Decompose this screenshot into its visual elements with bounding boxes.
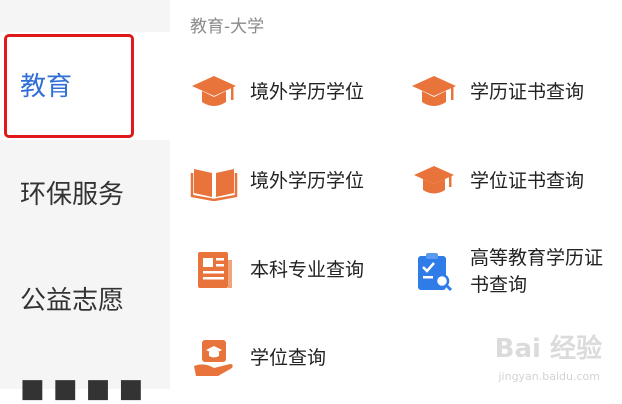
service-item-diploma-query[interactable]: 学历证书查询 [410, 72, 584, 112]
graduation-cap-icon [410, 161, 458, 201]
service-label: 本科专业查询 [250, 258, 365, 281]
service-item-degree-query[interactable]: 学位查询 [190, 338, 326, 378]
service-item-overseas-degree-2[interactable]: 境外学历学位 [190, 161, 364, 201]
service-label: 学历证书查询 [470, 80, 585, 103]
sidebar-item-charity[interactable]: 公益志愿 [20, 280, 124, 317]
graduation-cap-icon [410, 72, 458, 112]
highlight-box [4, 34, 134, 138]
service-label: 境外学历学位 [250, 80, 365, 103]
service-item-degree-cert-query[interactable]: 学位证书查询 [410, 161, 584, 201]
sidebar-next-cap [0, 140, 170, 170]
category-sidebar: 教育 环保服务 公益志愿 ■ ■ ■ ■ [0, 0, 170, 404]
graduation-cap-icon [190, 72, 238, 112]
service-item-overseas-degree-1[interactable]: 境外学历学位 [190, 72, 364, 112]
open-book-icon [190, 161, 238, 201]
service-label: 学位查询 [250, 346, 327, 369]
service-panel: 教育-大学 境外学历学位 学历证书查询 境外学历学位 学位证书查询 本科专业查询… [170, 0, 622, 389]
sidebar-item-environment[interactable]: 环保服务 [20, 174, 124, 211]
service-label: 高等教育学历证书查询 [470, 247, 604, 296]
watermark-url: jingyan.baidu.com [498, 370, 600, 383]
hand-cap-icon [190, 338, 238, 378]
sidebar-item-partial: ■ ■ ■ ■ [20, 374, 144, 404]
service-label: 境外学历学位 [250, 169, 365, 192]
newspaper-icon [190, 250, 238, 290]
clipboard-search-icon [410, 252, 458, 292]
service-item-major-query[interactable]: 本科专业查询 [190, 250, 364, 290]
service-item-higher-edu-cert-query[interactable]: 高等教育学历证书查询 [410, 245, 620, 299]
section-title: 教育-大学 [190, 17, 265, 37]
service-label: 学位证书查询 [470, 169, 585, 192]
watermark: Bai 经验 [494, 334, 602, 364]
sidebar-top-cap [0, 0, 170, 32]
